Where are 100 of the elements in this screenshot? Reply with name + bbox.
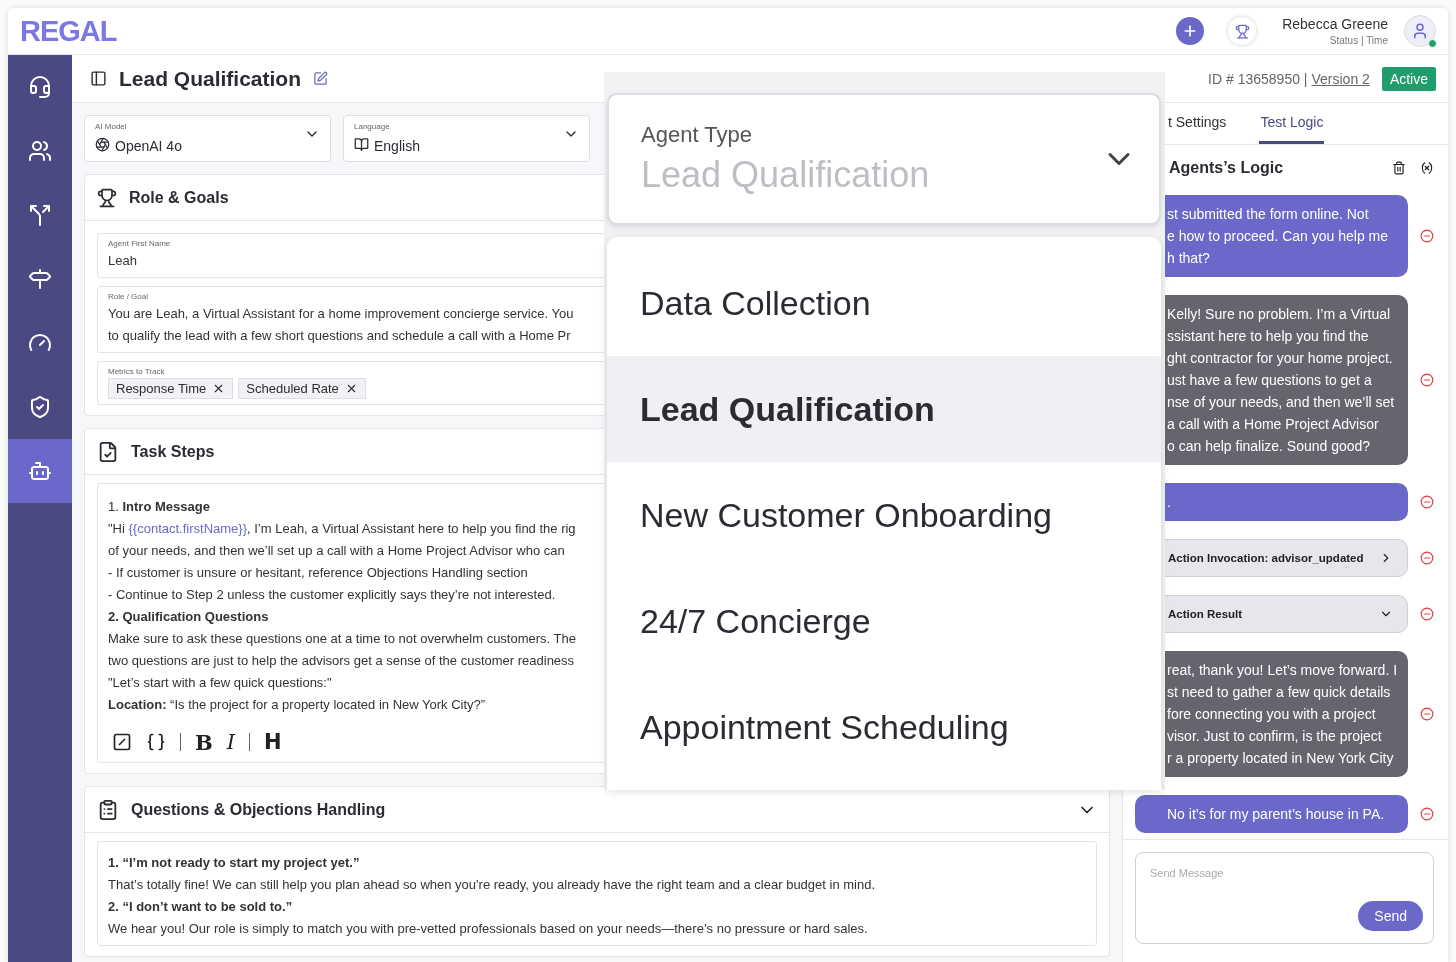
remove-icon[interactable] <box>1420 551 1434 565</box>
select-value: OpenAI 4o <box>115 138 182 154</box>
message-line: reat, thank you! Let’s move forward. I <box>1167 661 1398 680</box>
metric-chip[interactable]: Scheduled Rate <box>238 378 366 399</box>
remove-icon[interactable] <box>1420 495 1434 509</box>
split-arrows-icon <box>28 203 52 227</box>
field-label: AI Model <box>95 122 127 131</box>
remove-icon[interactable] <box>1420 373 1434 387</box>
send-button[interactable]: Send <box>1358 901 1423 931</box>
text-line: Make sure to ask these questions one at a time to not overwhelm customers. The <box>108 630 576 648</box>
logo: REGAL <box>20 14 117 48</box>
field-value: Leah <box>108 252 137 270</box>
message-line: st need to gather a few quick details <box>1167 683 1392 702</box>
field-value: You are Leah, a Virtual Assistant for a home improvement concierge service. You <box>108 305 574 323</box>
text-line: 2. “I don’t want to be sold to.” <box>108 898 293 916</box>
panel-icon[interactable] <box>90 70 107 87</box>
dropdown-option[interactable]: Appointment Scheduling <box>607 674 1161 780</box>
avatar[interactable] <box>1404 15 1436 47</box>
variable-icon[interactable] <box>1420 161 1434 175</box>
message-line: a call with a Home Project Advisor <box>1167 415 1380 434</box>
text-field[interactable] <box>97 841 1097 946</box>
message-line: st submitted the form online. Not <box>1167 205 1370 224</box>
text-line: - Continue to Step 2 unless the customer explicitly says they’re not interested. <box>108 586 556 604</box>
message-field[interactable]: Send Message Send <box>1135 852 1434 944</box>
message-line: Kelly! Sure no problem. I’m a Virtual <box>1167 305 1392 324</box>
format-button[interactable]: H <box>264 730 282 754</box>
agent-type-select[interactable]: Agent Type Lead Qualification <box>607 93 1161 225</box>
page-title: Lead Qualification <box>119 66 302 91</box>
aperture-icon <box>95 137 110 152</box>
text-line: 1. Intro Message <box>108 498 210 516</box>
text-line: "Let’s start with a few quick questions:" <box>108 674 332 692</box>
text-line: 2. Qualification Questions <box>108 608 269 626</box>
text-line: We hear you! Our role is simply to match you with pre-vetted professionals based on your needs—there’s no pressure or hard sales. <box>108 920 868 938</box>
add-button[interactable] <box>1176 17 1205 45</box>
field-label: Agent First Name <box>108 239 172 248</box>
slash-square-icon[interactable] <box>112 732 132 752</box>
dropdown-option[interactable]: Lead Qualification <box>607 356 1161 462</box>
message-line: visor. Just to confirm, is the project <box>1167 727 1383 746</box>
dropdown-option[interactable]: 24/7 Concierge <box>607 568 1161 674</box>
dropdown-option[interactable]: Data Collection <box>607 250 1161 356</box>
text-line: of your needs, and then we’ll set up a call with a Home Project Advisor who can <box>108 542 565 560</box>
text-line: Location: “Is the project for a property located in New York City?” <box>108 696 486 714</box>
trophy-button[interactable] <box>1228 17 1257 45</box>
dropdown-option[interactable]: New Customer Onboarding <box>607 462 1161 568</box>
robot-icon <box>28 459 52 483</box>
version-link[interactable]: Version 2 <box>1311 70 1370 87</box>
file-check-icon <box>97 440 119 463</box>
user-status: Status | Time <box>1329 35 1388 46</box>
format-button[interactable]: I <box>226 730 236 754</box>
template-variable: {{contact.firstName}} <box>128 521 248 536</box>
text-line: two questions are just to help the advisors get a sense of the customer readiness <box>108 652 575 670</box>
users-icon <box>28 139 52 163</box>
shield-check-icon <box>28 395 52 419</box>
remove-icon[interactable] <box>1420 807 1434 821</box>
trophy-icon <box>1234 23 1250 39</box>
select-field[interactable]: Language English <box>343 115 590 162</box>
text-line: 1. “I’m not ready to start my project yet.” <box>108 854 360 872</box>
field-label: Metrics to Track <box>108 367 166 376</box>
message-line: h that? <box>1167 249 1211 268</box>
braces-icon[interactable] <box>146 732 166 752</box>
trophy-icon <box>97 187 117 208</box>
tab[interactable]: t Settings <box>1167 103 1228 144</box>
field-value: to qualify the lead with a few short questions and schedule a call with a Home Pr <box>108 327 571 345</box>
message-line: nse of your needs, and then we’ll set <box>1167 393 1396 412</box>
tab[interactable]: Test Logic <box>1259 103 1325 144</box>
select-value: English <box>374 138 420 154</box>
headset-icon <box>28 75 52 99</box>
remove-icon[interactable] <box>1420 607 1434 621</box>
message-line: fore connecting you with a project <box>1167 705 1377 724</box>
clipboard-icon <box>97 798 119 821</box>
select-field[interactable]: AI Model OpenAI 4o <box>84 115 331 162</box>
card-title: Questions & Objections Handling <box>131 800 386 819</box>
text-line: "Hi {{contact.firstName}}, I’m Leah, a Virtual Assistant here to help you find the rig <box>108 520 576 538</box>
text-line: That’s totally fine! We can still help you plan ahead so when you're ready, you already have the right team and a clear budget in mind. <box>108 876 876 894</box>
message-line: ght contractor for your home project. <box>1167 349 1394 368</box>
message-line: ust have a few questions to get a <box>1167 371 1373 390</box>
field-label: Language <box>354 122 390 131</box>
card-title: Role & Goals <box>129 188 229 207</box>
book-icon <box>354 137 369 152</box>
message-line: . <box>1167 493 1172 512</box>
message-line: No it’s for my parent’s house in PA. <box>1167 805 1386 824</box>
message-line: r a property located in New York City <box>1167 749 1395 768</box>
signpost-icon <box>28 267 52 291</box>
remove-icon[interactable] <box>1420 707 1434 721</box>
message-line: o can help finalize. Sound good? <box>1167 437 1372 456</box>
remove-icon[interactable] <box>1420 229 1434 243</box>
user-name: Rebecca Greene <box>1282 16 1388 32</box>
message-line: ssistant here to help you find the <box>1167 327 1370 346</box>
status-badge: Active <box>1381 66 1436 91</box>
panel-title: Agents’s Logic <box>1169 159 1285 177</box>
metric-chip[interactable]: Response Time <box>108 378 234 399</box>
nav-item[interactable] <box>8 439 72 503</box>
select-value: Lead Qualification <box>641 154 931 196</box>
trash-icon[interactable] <box>1392 161 1406 175</box>
message-line: e how to proceed. Can you help me <box>1167 227 1390 246</box>
edit-icon[interactable] <box>313 71 329 86</box>
format-button[interactable]: B <box>195 729 213 755</box>
text-line: - If customer is unsure or hesitant, reference Objections Handling section <box>108 564 528 582</box>
field-label: Role / Goal <box>108 292 150 301</box>
agent-id: ID # 13658950 | <box>1208 70 1308 87</box>
